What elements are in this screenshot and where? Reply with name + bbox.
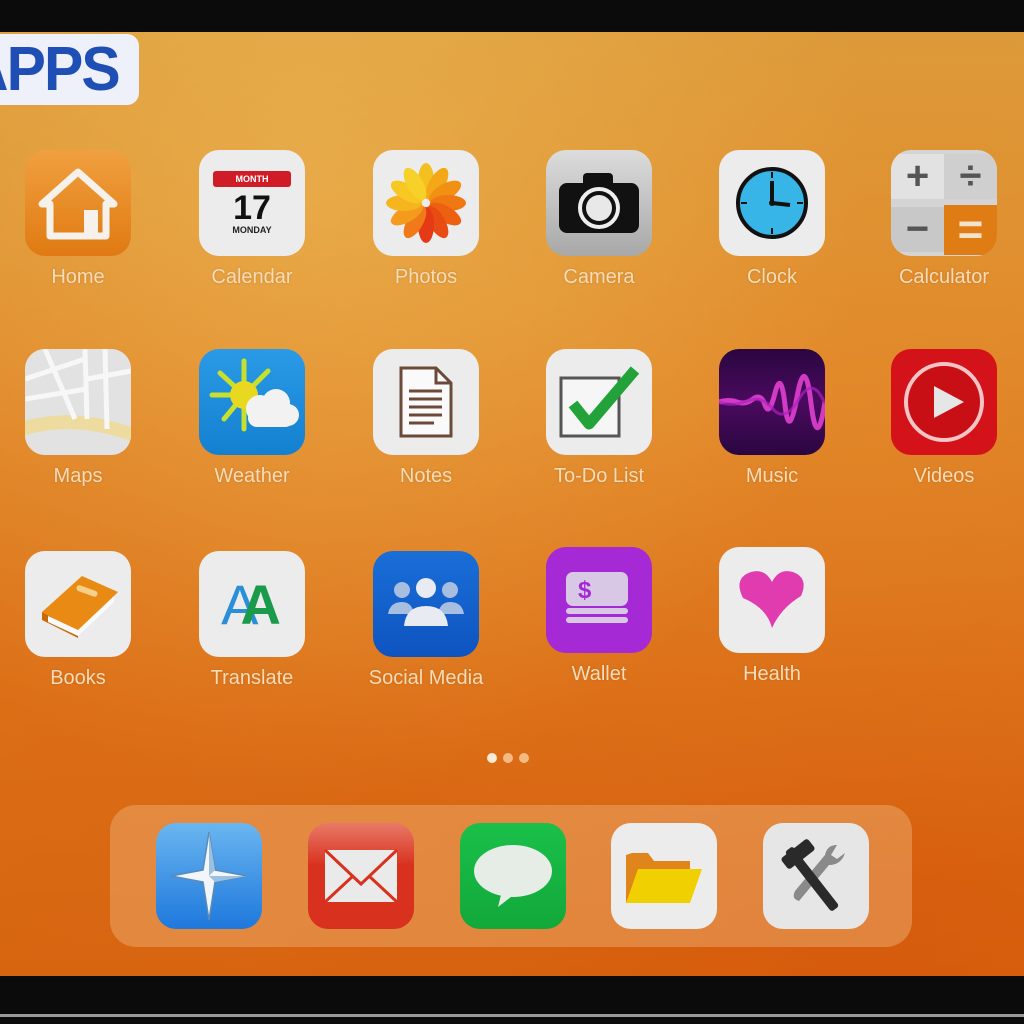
- notes-document-icon: [373, 349, 479, 455]
- app-label: To-Do List: [553, 465, 645, 487]
- app-label: Wallet: [571, 663, 627, 685]
- app-label: Health: [743, 663, 801, 685]
- dock: [110, 805, 912, 947]
- apps-badge-text: APPS: [0, 34, 121, 104]
- home-icon: [25, 150, 131, 256]
- app-label: Calendar: [211, 266, 293, 288]
- app-label: Notes: [399, 465, 453, 487]
- folder-icon[interactable]: [611, 823, 717, 929]
- app-videos[interactable]: Videos: [874, 349, 1014, 488]
- page-dot-1[interactable]: [487, 753, 497, 763]
- app-translate[interactable]: A A Translate: [182, 551, 322, 690]
- page-indicator[interactable]: [487, 753, 529, 763]
- calculator-icon: + ÷ − =: [891, 150, 997, 256]
- app-label: Music: [745, 465, 799, 487]
- book-icon: [25, 551, 131, 657]
- calendar-weekday: MONDAY: [232, 225, 272, 235]
- app-photos[interactable]: Photos: [356, 150, 496, 289]
- app-health[interactable]: Health: [702, 547, 842, 686]
- wallet-dollar-symbol: $: [578, 577, 592, 604]
- photos-flower-icon: [373, 150, 479, 256]
- app-calculator[interactable]: + ÷ − = Calculator: [874, 150, 1014, 289]
- calc-plus: +: [891, 154, 944, 199]
- app-music[interactable]: Music: [702, 349, 842, 488]
- app-calendar[interactable]: MONTH 17 MONDAY Calendar: [182, 150, 322, 289]
- app-label: Weather: [214, 465, 290, 487]
- app-label: Clock: [746, 266, 797, 288]
- app-label: Videos: [913, 465, 975, 487]
- calendar-icon: MONTH 17 MONDAY: [199, 150, 305, 256]
- app-books[interactable]: Books: [8, 551, 148, 690]
- compass-star-icon[interactable]: [156, 823, 262, 929]
- app-label: Photos: [394, 266, 458, 288]
- weather-sun-cloud-icon: [199, 349, 305, 455]
- people-group-icon: [373, 551, 479, 657]
- app-label: Home: [51, 266, 105, 288]
- clock-icon: [719, 150, 825, 256]
- sound-wave-icon: [719, 349, 825, 455]
- apps-badge: APPS: [0, 34, 139, 105]
- app-weather[interactable]: Weather: [182, 349, 322, 488]
- app-label: Books: [50, 667, 106, 689]
- wallet-money-icon: $: [546, 547, 652, 653]
- tools-hammer-wrench-icon[interactable]: [763, 823, 869, 929]
- app-label: Camera: [563, 266, 635, 288]
- app-label: Social Media: [368, 667, 484, 689]
- app-label: Maps: [53, 465, 103, 487]
- mail-envelope-icon[interactable]: [308, 823, 414, 929]
- app-notes[interactable]: Notes: [356, 349, 496, 488]
- calendar-month: MONTH: [213, 171, 291, 187]
- heart-icon: [719, 547, 825, 653]
- device-bezel-edge: [0, 1014, 1024, 1017]
- app-camera[interactable]: Camera: [529, 150, 669, 289]
- app-home[interactable]: Home: [8, 150, 148, 289]
- app-wallet[interactable]: $ Wallet: [529, 547, 669, 686]
- translate-letter-a-green: A: [240, 572, 281, 636]
- map-icon: [25, 349, 131, 455]
- translate-aa-icon: A A: [199, 551, 305, 657]
- page-dot-3[interactable]: [519, 753, 529, 763]
- photos-petals: [386, 163, 466, 243]
- page-dot-2[interactable]: [503, 753, 513, 763]
- app-label: Translate: [210, 667, 294, 689]
- calc-equals: =: [944, 204, 997, 255]
- calc-divide: ÷: [944, 154, 997, 199]
- speech-bubble-icon[interactable]: [460, 823, 566, 929]
- app-social-media[interactable]: Social Media: [356, 551, 496, 690]
- calc-minus: −: [891, 207, 944, 252]
- app-todo-list[interactable]: To-Do List: [529, 349, 669, 488]
- play-circle-icon: [891, 349, 997, 455]
- camera-icon: [546, 150, 652, 256]
- calendar-day: 17: [233, 189, 271, 227]
- app-clock[interactable]: Clock: [702, 150, 842, 289]
- app-label: Calculator: [898, 266, 990, 288]
- app-maps[interactable]: Maps: [8, 349, 148, 488]
- checkbox-check-icon: [546, 349, 652, 455]
